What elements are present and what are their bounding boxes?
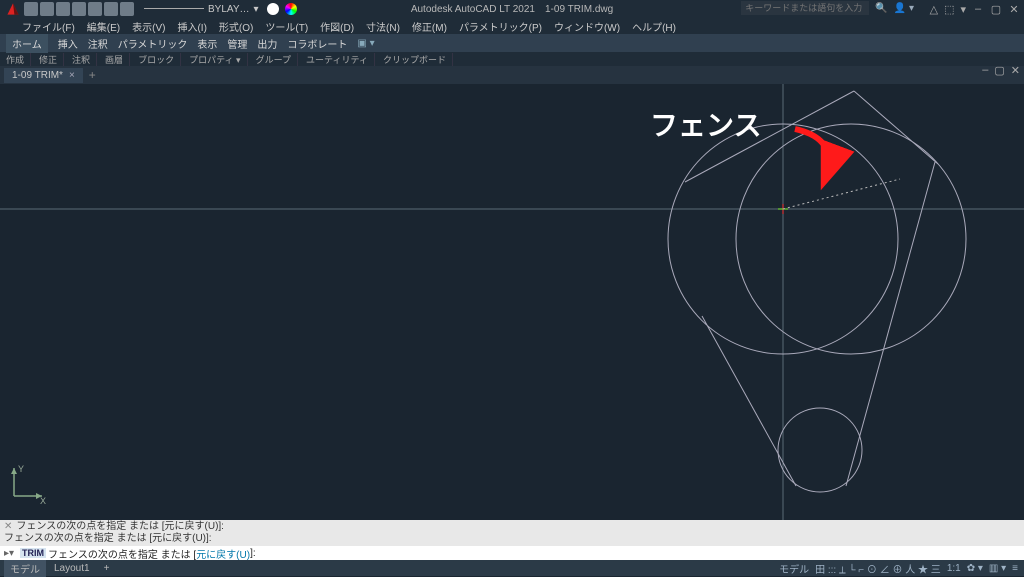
workspace-menu[interactable]: ▥ ▾	[989, 563, 1006, 574]
menu-bar: ファイル(F) 編集(E) 表示(V) 挿入(I) 形式(O) ツール(T) 作…	[0, 18, 1024, 34]
menu-file[interactable]: ファイル(F)	[22, 19, 75, 34]
ribbon-tab-strip: ホーム 挿入 注釈 パラメトリック 表示 管理 出力 コラボレート ▣ ▾	[0, 34, 1024, 52]
layout-tab[interactable]: Layout1	[48, 562, 96, 575]
command-prompt-text-end: ]:	[250, 548, 256, 559]
layer-name: BYLAY…	[208, 4, 250, 15]
menu-window[interactable]: ウィンドウ(W)	[554, 19, 620, 34]
panel-annotation[interactable]: 注釈	[72, 53, 97, 66]
ribbon-tab-collaborate[interactable]: コラボレート	[287, 36, 347, 51]
command-line[interactable]: ▸▾ TRIM フェンスの次の点を指定 または [ 元に戻す(U) ]:	[0, 546, 1024, 560]
window-minimize[interactable]: –	[972, 3, 984, 15]
color-swatch-white[interactable]	[267, 3, 279, 15]
color-swatch-bycolor[interactable]	[285, 3, 297, 15]
menu-view[interactable]: 表示(V)	[132, 19, 165, 34]
command-option-undo[interactable]: 元に戻す(U)	[196, 546, 250, 561]
add-layout-button[interactable]: +	[98, 562, 116, 575]
modelspace-tab[interactable]: モデル	[4, 560, 46, 577]
doc-close[interactable]: ✕	[1011, 64, 1020, 77]
window-maximize[interactable]: ▢	[990, 3, 1002, 16]
ribbon-tab-featured[interactable]: ▣ ▾	[357, 38, 374, 49]
customization-menu[interactable]: ≡	[1012, 563, 1018, 574]
ribbon-tab-annotate[interactable]: 注釈	[88, 36, 108, 51]
panel-properties[interactable]: プロパティ ▾	[189, 53, 247, 66]
panel-block[interactable]: ブロック	[138, 53, 181, 66]
menu-help[interactable]: ヘルプ(H)	[632, 19, 676, 34]
ribbon-panels: 作成 修正 注釈 画層 ブロック プロパティ ▾ グループ ユーティリティ クリ…	[0, 52, 1024, 66]
close-icon[interactable]: ×	[69, 70, 75, 81]
menu-param[interactable]: パラメトリック(P)	[459, 19, 542, 34]
quick-access-toolbar[interactable]	[24, 2, 136, 16]
gear-icon[interactable]: ✿ ▾	[967, 563, 983, 574]
notification-icon[interactable]: ⬚	[944, 3, 954, 16]
window-close[interactable]: ✕	[1008, 3, 1020, 16]
panel-modify[interactable]: 修正	[39, 53, 64, 66]
annotation-scale[interactable]: 1:1	[947, 563, 961, 574]
menu-format[interactable]: 形式(O)	[219, 19, 253, 34]
new-document-button[interactable]: +	[89, 68, 96, 82]
menu-insert[interactable]: 挿入(I)	[177, 19, 206, 34]
search-input[interactable]	[741, 1, 869, 15]
close-icon[interactable]: ✕	[4, 521, 12, 533]
drawing-canvas[interactable]: フェンス X Y	[0, 84, 1024, 524]
ribbon-tab-output[interactable]: 出力	[257, 36, 277, 51]
panel-groups[interactable]: グループ	[256, 53, 298, 66]
menu-tools[interactable]: ツール(T)	[265, 19, 308, 34]
doc-maximize[interactable]: ▢	[994, 64, 1004, 77]
command-line-handle[interactable]: ▸▾	[4, 548, 14, 559]
document-tab-label: 1-09 TRIM*	[12, 70, 63, 81]
app-logo[interactable]	[4, 0, 22, 18]
ribbon-tab-parametric[interactable]: パラメトリック	[118, 36, 188, 51]
ribbon-tab-home[interactable]: ホーム	[6, 34, 48, 53]
menu-modify[interactable]: 修正(M)	[412, 19, 447, 34]
menu-edit[interactable]: 編集(E)	[87, 19, 120, 34]
chevron-down-icon: ▾	[254, 4, 259, 15]
command-history: ✕ フェンスの次の点を指定 または [元に戻す(U)]: フェンスの次の点を指定…	[0, 520, 1024, 546]
status-bar: モデル Layout1 + モデル 田 ::: ⟂ └ ⌐ ⊙ ∠ ⊕ 人 ★ …	[0, 560, 1024, 576]
panel-utilities[interactable]: ユーティリティ	[306, 53, 375, 66]
doc-minimize[interactable]: –	[982, 64, 988, 77]
command-history-line: フェンスの次の点を指定 または [元に戻す(U)]:	[4, 533, 1020, 545]
ribbon-tab-manage[interactable]: 管理	[227, 36, 247, 51]
layer-properties-combo[interactable]: BYLAY… ▾	[144, 4, 259, 15]
model-button[interactable]: モデル	[779, 561, 809, 576]
menu-dim[interactable]: 寸法(N)	[366, 19, 400, 34]
settings-icon[interactable]: ▾	[960, 3, 966, 16]
panel-draw[interactable]: 作成	[6, 53, 31, 66]
panel-clipboard[interactable]: クリップボード	[383, 53, 453, 66]
command-history-line: フェンスの次の点を指定 または [元に戻す(U)]:	[4, 521, 1020, 533]
document-tab[interactable]: 1-09 TRIM* ×	[4, 68, 83, 83]
status-toggles[interactable]: 田 ::: ⟂ └ ⌐ ⊙ ∠ ⊕ 人 ★ 三	[815, 561, 941, 576]
ribbon-tab-view[interactable]: 表示	[197, 36, 217, 51]
active-command-badge: TRIM	[20, 548, 46, 558]
command-prompt-text: フェンスの次の点を指定 または [	[48, 546, 196, 561]
signin-icon[interactable]: 👤 ▾	[894, 3, 914, 14]
ribbon-tab-insert[interactable]: 挿入	[58, 36, 78, 51]
menu-draw[interactable]: 作図(D)	[320, 19, 354, 34]
search-icon[interactable]: 🔍	[875, 3, 887, 14]
panel-layers[interactable]: 画層	[105, 53, 130, 66]
help-icon[interactable]: △	[930, 3, 938, 16]
